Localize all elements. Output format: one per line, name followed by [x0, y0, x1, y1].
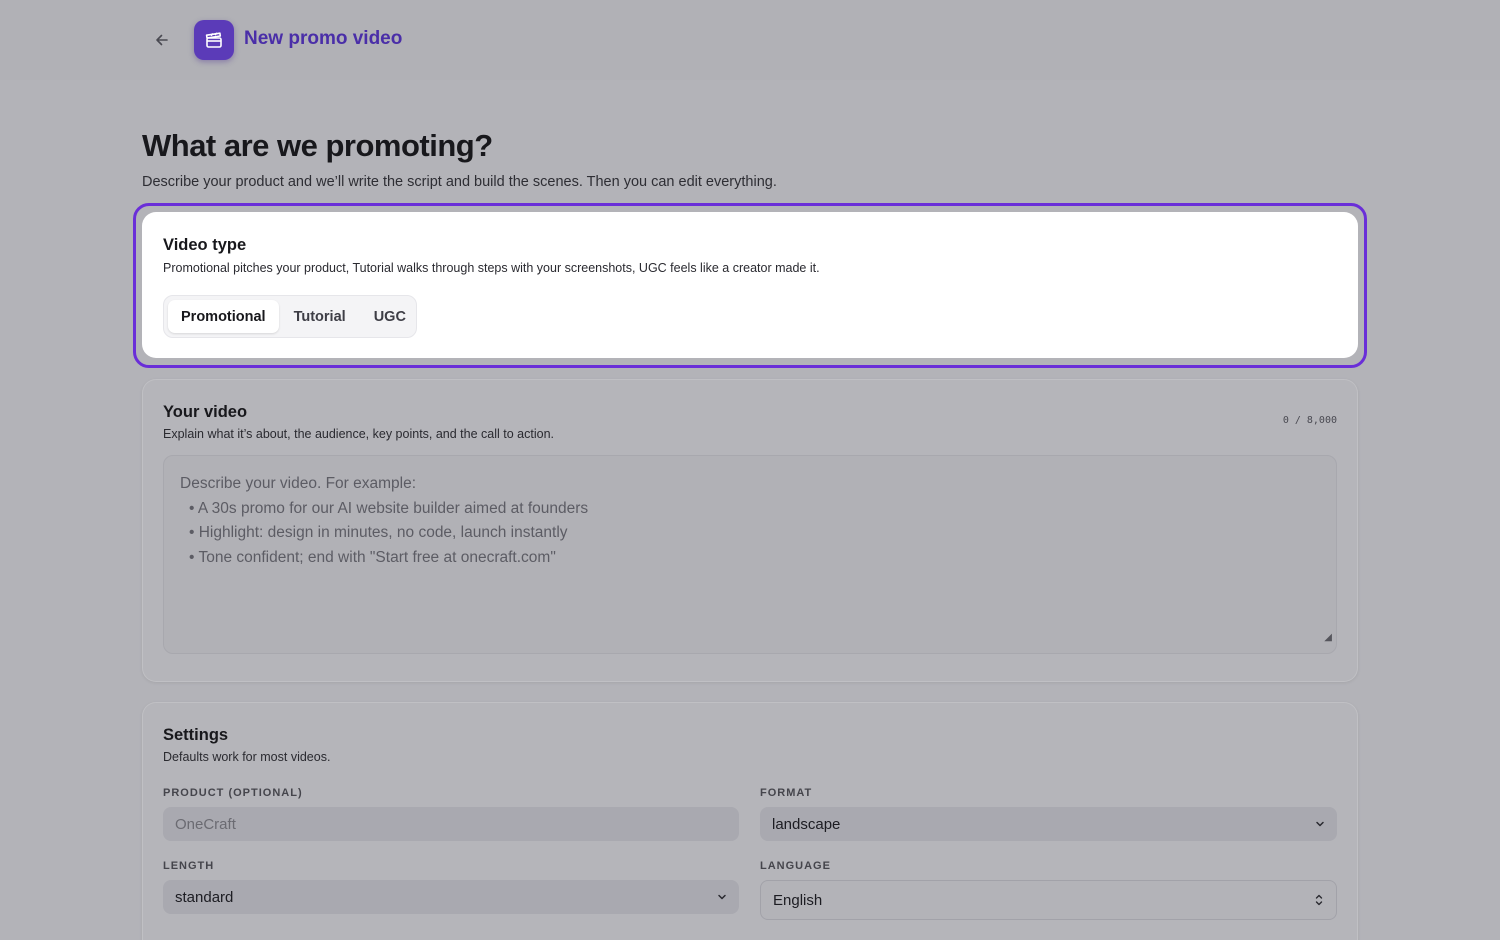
page-title: New promo video [244, 28, 403, 49]
product-label: PRODUCT (OPTIONAL) [163, 787, 303, 799]
video-type-selector: Promotional Tutorial UGC [163, 295, 417, 338]
main-subheading: Describe your product and we’ll write th… [142, 174, 777, 190]
format-select[interactable]: landscape [760, 807, 1337, 841]
language-select[interactable]: English [760, 880, 1337, 920]
length-select[interactable]: standard [163, 880, 739, 914]
video-description-textarea[interactable]: Describe your video. For example: • A 30… [163, 455, 1337, 654]
video-type-option-tutorial[interactable]: Tutorial [281, 300, 359, 333]
video-type-card: Video type Promotional pitches your prod… [142, 212, 1358, 358]
arrow-left-icon [156, 34, 168, 46]
settings-card: Settings Defaults work for most videos. … [142, 702, 1358, 940]
format-value: landscape [772, 815, 841, 833]
your-video-title: Your video [163, 403, 248, 421]
length-value: standard [175, 888, 234, 906]
top-bar: New promo video [0, 0, 1500, 80]
length-label: LENGTH [163, 860, 215, 872]
settings-title: Settings [163, 726, 229, 744]
chevron-down-icon [715, 890, 729, 904]
back-button[interactable] [148, 26, 176, 54]
placeholder-line: • A 30s promo for our AI website builder… [189, 499, 589, 517]
product-placeholder: OneCraft [175, 815, 236, 833]
language-label: LANGUAGE [760, 860, 831, 872]
chevron-down-icon [1313, 817, 1327, 831]
clapperboard-icon [205, 32, 222, 48]
your-video-description: Explain what it’s about, the audience, k… [163, 427, 554, 441]
placeholder-line: • Tone confident; end with "Start free a… [189, 548, 556, 566]
placeholder-line: Describe your video. For example: [180, 475, 417, 492]
product-input[interactable]: OneCraft [163, 807, 739, 841]
settings-description: Defaults work for most videos. [163, 750, 331, 764]
video-type-option-ugc[interactable]: UGC [361, 300, 419, 333]
video-type-description: Promotional pitches your product, Tutori… [163, 261, 820, 275]
app-icon [194, 20, 234, 60]
character-counter: 0 / 8,000 [1282, 415, 1337, 426]
video-type-title: Video type [163, 236, 247, 254]
resize-handle-icon[interactable]: ◢ [1324, 626, 1332, 651]
main-heading: What are we promoting? [142, 128, 493, 163]
format-label: FORMAT [760, 787, 813, 799]
placeholder-line: • Highlight: design in minutes, no code,… [189, 524, 568, 541]
your-video-card: Your video Explain what it’s about, the … [142, 379, 1358, 682]
chevron-up-down-icon [1312, 893, 1326, 907]
language-value: English [773, 891, 823, 909]
video-type-option-promotional[interactable]: Promotional [168, 300, 279, 333]
